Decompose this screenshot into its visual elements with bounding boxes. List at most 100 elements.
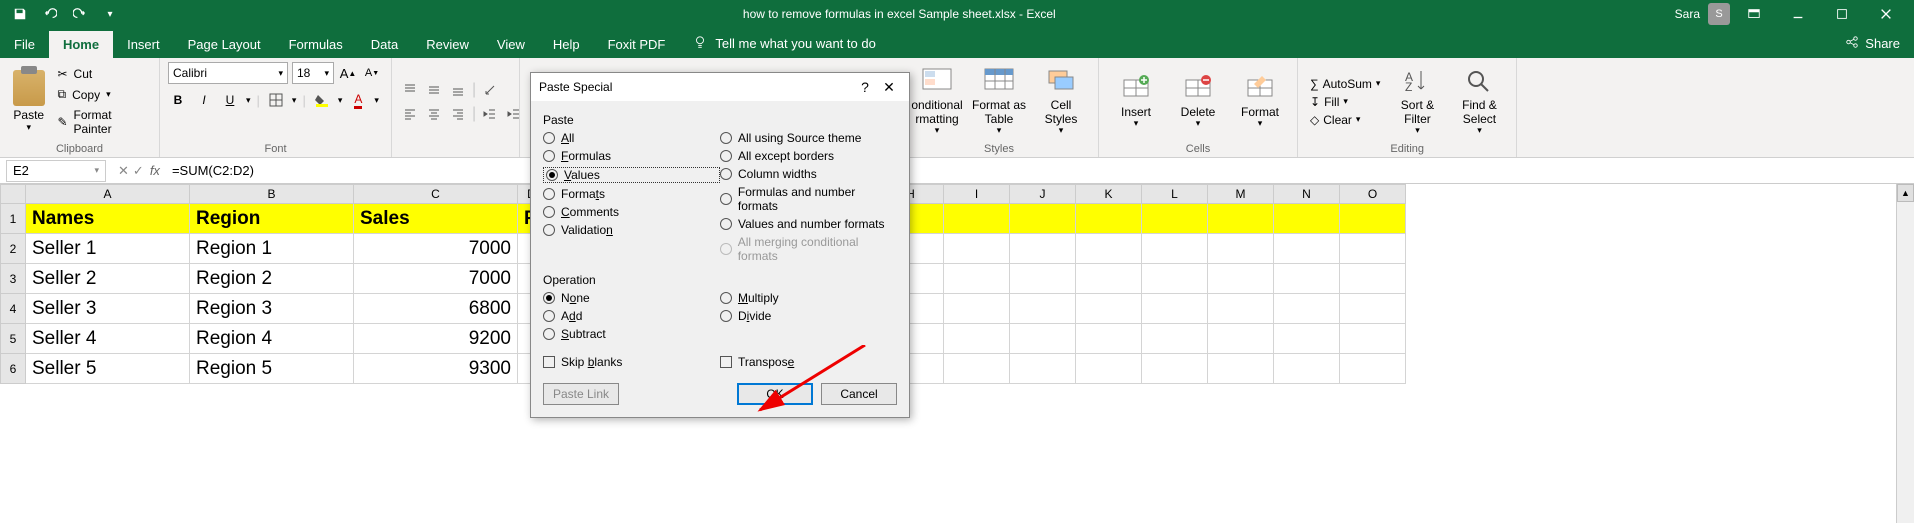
cell[interactable] <box>1142 354 1208 384</box>
column-header[interactable]: M <box>1208 184 1274 204</box>
align-bottom-icon[interactable] <box>448 81 468 99</box>
cell[interactable] <box>944 324 1010 354</box>
cell[interactable]: Region <box>190 204 354 234</box>
fx-icon[interactable]: fx <box>150 163 166 178</box>
copy-button[interactable]: ⧉Copy▾ <box>53 85 151 104</box>
font-size-selector[interactable]: 18▾ <box>292 62 334 84</box>
cell[interactable]: 6800 <box>354 294 518 324</box>
column-header[interactable]: J <box>1010 184 1076 204</box>
dialog-help-icon[interactable]: ? <box>853 79 877 95</box>
underline-button[interactable]: U <box>220 90 240 110</box>
cancel-formula-icon[interactable]: ✕ <box>118 163 129 179</box>
column-header[interactable]: C <box>354 184 518 204</box>
redo-icon[interactable] <box>66 2 94 26</box>
column-header[interactable]: L <box>1142 184 1208 204</box>
cell[interactable]: Names <box>26 204 190 234</box>
close-icon[interactable] <box>1866 0 1906 28</box>
cell[interactable] <box>1340 324 1406 354</box>
cell[interactable]: 7000 <box>354 234 518 264</box>
radio-values-number-formats[interactable]: Values and number formats <box>720 217 897 231</box>
cell[interactable]: Seller 3 <box>26 294 190 324</box>
radio-paste-values[interactable]: Values <box>543 167 720 183</box>
radio-op-none[interactable]: None <box>543 291 720 305</box>
cell[interactable] <box>1076 354 1142 384</box>
tab-page-layout[interactable]: Page Layout <box>174 31 275 58</box>
decrease-indent-icon[interactable] <box>480 105 500 123</box>
fill-color-button[interactable] <box>312 90 332 110</box>
sort-filter-button[interactable]: AZ Sort & Filter▾ <box>1388 65 1446 137</box>
column-header[interactable]: N <box>1274 184 1340 204</box>
format-cells-button[interactable]: Format▾ <box>1231 72 1289 131</box>
cell[interactable] <box>1208 234 1274 264</box>
qat-customize-icon[interactable]: ▾ <box>96 2 124 26</box>
cell[interactable]: Region 1 <box>190 234 354 264</box>
tab-file[interactable]: File <box>0 31 49 58</box>
user-avatar[interactable]: S <box>1708 3 1730 25</box>
dialog-close-icon[interactable]: ✕ <box>877 79 901 96</box>
align-right-icon[interactable] <box>448 105 468 123</box>
cell[interactable] <box>1274 324 1340 354</box>
maximize-icon[interactable] <box>1822 0 1862 28</box>
radio-column-widths[interactable]: Column widths <box>720 167 897 181</box>
cell[interactable] <box>1076 234 1142 264</box>
cell[interactable] <box>1142 234 1208 264</box>
cell[interactable]: 9200 <box>354 324 518 354</box>
row-header[interactable]: 1 <box>0 204 26 234</box>
insert-cells-button[interactable]: Insert▾ <box>1107 72 1165 131</box>
cell[interactable] <box>1010 324 1076 354</box>
cell[interactable] <box>1076 294 1142 324</box>
decrease-font-icon[interactable]: A▼ <box>362 63 382 83</box>
cell[interactable] <box>1340 294 1406 324</box>
cell[interactable] <box>1010 264 1076 294</box>
formula-input[interactable]: =SUM(C2:D2) <box>166 163 1914 178</box>
cell[interactable] <box>1208 204 1274 234</box>
row-header[interactable]: 3 <box>0 264 26 294</box>
cell[interactable] <box>1142 204 1208 234</box>
format-painter-button[interactable]: ✎Format Painter <box>53 106 151 138</box>
italic-button[interactable]: I <box>194 90 214 110</box>
cell[interactable]: Seller 5 <box>26 354 190 384</box>
font-color-button[interactable]: A <box>348 90 368 110</box>
cell[interactable]: Region 4 <box>190 324 354 354</box>
column-header[interactable]: K <box>1076 184 1142 204</box>
cut-button[interactable]: ✂Cut <box>53 65 151 83</box>
cell[interactable] <box>944 354 1010 384</box>
vertical-scrollbar[interactable]: ▲ <box>1896 184 1914 523</box>
tab-data[interactable]: Data <box>357 31 412 58</box>
paste-button[interactable]: Paste ▾ <box>8 70 49 133</box>
enter-formula-icon[interactable]: ✓ <box>133 163 144 179</box>
minimize-icon[interactable] <box>1778 0 1818 28</box>
radio-paste-validation[interactable]: Validation <box>543 223 720 237</box>
cell[interactable] <box>1208 294 1274 324</box>
cell[interactable] <box>1076 204 1142 234</box>
column-header[interactable]: A <box>26 184 190 204</box>
tab-formulas[interactable]: Formulas <box>275 31 357 58</box>
align-middle-icon[interactable] <box>424 81 444 99</box>
dialog-title-bar[interactable]: Paste Special ? ✕ <box>531 73 909 101</box>
font-name-selector[interactable]: Calibri▾ <box>168 62 288 84</box>
clear-button[interactable]: ◇Clear▾ <box>1306 112 1384 128</box>
row-header[interactable]: 6 <box>0 354 26 384</box>
fill-button[interactable]: ↧Fill▾ <box>1306 94 1384 110</box>
tab-foxit-pdf[interactable]: Foxit PDF <box>594 31 680 58</box>
format-as-table-button[interactable]: Format as Table▾ <box>970 65 1028 137</box>
radio-paste-formats[interactable]: Formats <box>543 187 720 201</box>
select-all-corner[interactable] <box>0 184 26 204</box>
tab-view[interactable]: View <box>483 31 539 58</box>
name-box[interactable]: E2▾ <box>6 160 106 182</box>
cell[interactable] <box>1010 234 1076 264</box>
cell[interactable] <box>1010 204 1076 234</box>
cell[interactable] <box>1208 264 1274 294</box>
bold-button[interactable]: B <box>168 90 188 110</box>
radio-formulas-number-formats[interactable]: Formulas and number formats <box>720 185 897 213</box>
cell[interactable] <box>1340 264 1406 294</box>
cell[interactable] <box>1274 294 1340 324</box>
tab-insert[interactable]: Insert <box>113 31 174 58</box>
radio-paste-formulas[interactable]: Formulas <box>543 149 720 163</box>
cell[interactable]: Region 2 <box>190 264 354 294</box>
share-button[interactable]: Share <box>1831 29 1914 58</box>
radio-op-subtract[interactable]: Subtract <box>543 327 720 341</box>
cell[interactable]: Seller 2 <box>26 264 190 294</box>
row-header[interactable]: 4 <box>0 294 26 324</box>
radio-paste-comments[interactable]: Comments <box>543 205 720 219</box>
